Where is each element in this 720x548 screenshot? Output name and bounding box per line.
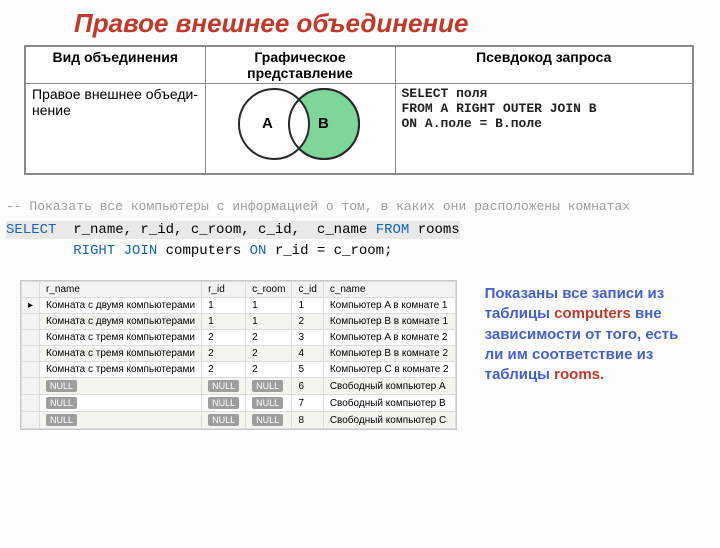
cell-r_name: Комната с двумя компьютерами bbox=[40, 314, 202, 330]
cell-r_name: NULL bbox=[40, 412, 202, 429]
col-c_name: c_name bbox=[323, 282, 455, 298]
null-badge: NULL bbox=[252, 397, 283, 409]
cell-c_id: 3 bbox=[292, 330, 323, 346]
join-type-name: Правое внешнее объеди- нение bbox=[25, 84, 205, 175]
cell-c_id: 1 bbox=[292, 298, 323, 314]
cell-c_room: 2 bbox=[246, 362, 292, 378]
sql-comment: -- Показать все компьютеры с информацией… bbox=[6, 199, 714, 214]
cell-r_id: NULL bbox=[202, 378, 246, 395]
col-pseudocode: Псевдокод запроса bbox=[395, 46, 693, 84]
cell-c_id: 2 bbox=[292, 314, 323, 330]
pseudocode: SELECT поля FROM A RIGHT OUTER JOIN B ON… bbox=[395, 84, 693, 175]
cell-c_name: Свободный компьютер C bbox=[323, 412, 455, 429]
null-badge: NULL bbox=[208, 397, 239, 409]
table-row: NULL NULL NULL 8Свободный компьютер C bbox=[22, 412, 456, 429]
col-r_name: r_name bbox=[40, 282, 202, 298]
col-r_id: r_id bbox=[202, 282, 246, 298]
cell-c_room: NULL bbox=[246, 378, 292, 395]
cell-c_name: Компьютер C в комнате 2 bbox=[323, 362, 455, 378]
cell-c_id: 7 bbox=[292, 395, 323, 412]
cell-r_name: Комната с двумя компьютерами bbox=[40, 298, 202, 314]
venn-label-b: B bbox=[318, 115, 329, 132]
cell-c_room: 2 bbox=[246, 346, 292, 362]
null-badge: NULL bbox=[46, 397, 77, 409]
cell-c_room: 1 bbox=[246, 298, 292, 314]
col-join-type: Вид объединения bbox=[25, 46, 205, 84]
null-badge: NULL bbox=[208, 414, 239, 426]
col-c_id: c_id bbox=[292, 282, 323, 298]
join-type-table: Вид объединения Графическое представлени… bbox=[24, 45, 694, 175]
cell-c_room: 2 bbox=[246, 330, 292, 346]
page-title: Правое внешнее объединение bbox=[74, 8, 720, 39]
cell-c_id: 6 bbox=[292, 378, 323, 395]
table-row: Комната с двумя компьютерами112Компьютер… bbox=[22, 314, 456, 330]
cell-r_id: 2 bbox=[202, 330, 246, 346]
table-row: Комната с тремя компьютерами225Компьютер… bbox=[22, 362, 456, 378]
result-header-row: r_name r_id c_room c_id c_name bbox=[22, 282, 456, 298]
table-row: NULL NULL NULL 7Свободный компьютер B bbox=[22, 395, 456, 412]
cell-r_name: NULL bbox=[40, 378, 202, 395]
cell-c_name: Компьютер A в комнате 1 bbox=[323, 298, 455, 314]
cell-r_id: 1 bbox=[202, 298, 246, 314]
cell-c_id: 8 bbox=[292, 412, 323, 429]
null-badge: NULL bbox=[252, 414, 283, 426]
null-badge: NULL bbox=[46, 380, 77, 392]
table-row: NULL NULL NULL 6Свободный компьютер A bbox=[22, 378, 456, 395]
cell-r_id: 2 bbox=[202, 346, 246, 362]
cell-c_name: Компьютер B в комнате 1 bbox=[323, 314, 455, 330]
null-badge: NULL bbox=[208, 380, 239, 392]
cell-r_name: NULL bbox=[40, 395, 202, 412]
venn-diagram: A B bbox=[205, 84, 395, 175]
cell-r_name: Комната с тремя компьютерами bbox=[40, 362, 202, 378]
cell-r_id: 2 bbox=[202, 362, 246, 378]
cell-c_room: 1 bbox=[246, 314, 292, 330]
cell-r_name: Комната с тремя компьютерами bbox=[40, 330, 202, 346]
summary-caption: Показаны все записи из таблицы computers… bbox=[485, 284, 700, 430]
cell-c_id: 5 bbox=[292, 362, 323, 378]
cell-c_id: 4 bbox=[292, 346, 323, 362]
table-row: ▸Комната с двумя компьютерами111Компьюте… bbox=[22, 298, 456, 314]
null-badge: NULL bbox=[46, 414, 77, 426]
cell-r_id: NULL bbox=[202, 395, 246, 412]
table-row: Комната с тремя компьютерами224Компьютер… bbox=[22, 346, 456, 362]
cell-c_name: Свободный компьютер A bbox=[323, 378, 455, 395]
cell-c_name: Компьютер A в комнате 2 bbox=[323, 330, 455, 346]
cell-r_id: 1 bbox=[202, 314, 246, 330]
result-table: r_name r_id c_room c_id c_name ▸Комната … bbox=[20, 280, 457, 430]
table-row: Комната с тремя компьютерами223Компьютер… bbox=[22, 330, 456, 346]
cell-c_room: NULL bbox=[246, 412, 292, 429]
null-badge: NULL bbox=[252, 380, 283, 392]
col-c_room: c_room bbox=[246, 282, 292, 298]
venn-label-a: A bbox=[262, 115, 273, 132]
cell-c_name: Свободный компьютер B bbox=[323, 395, 455, 412]
cell-c_room: NULL bbox=[246, 395, 292, 412]
sql-statement: SELECT r_name, r_id, c_room, c_id, c_nam… bbox=[6, 220, 714, 262]
cell-r_name: Комната с тремя компьютерами bbox=[40, 346, 202, 362]
col-visual: Графическое представление bbox=[205, 46, 395, 84]
cell-r_id: NULL bbox=[202, 412, 246, 429]
cell-c_name: Компьютер B в комнате 2 bbox=[323, 346, 455, 362]
